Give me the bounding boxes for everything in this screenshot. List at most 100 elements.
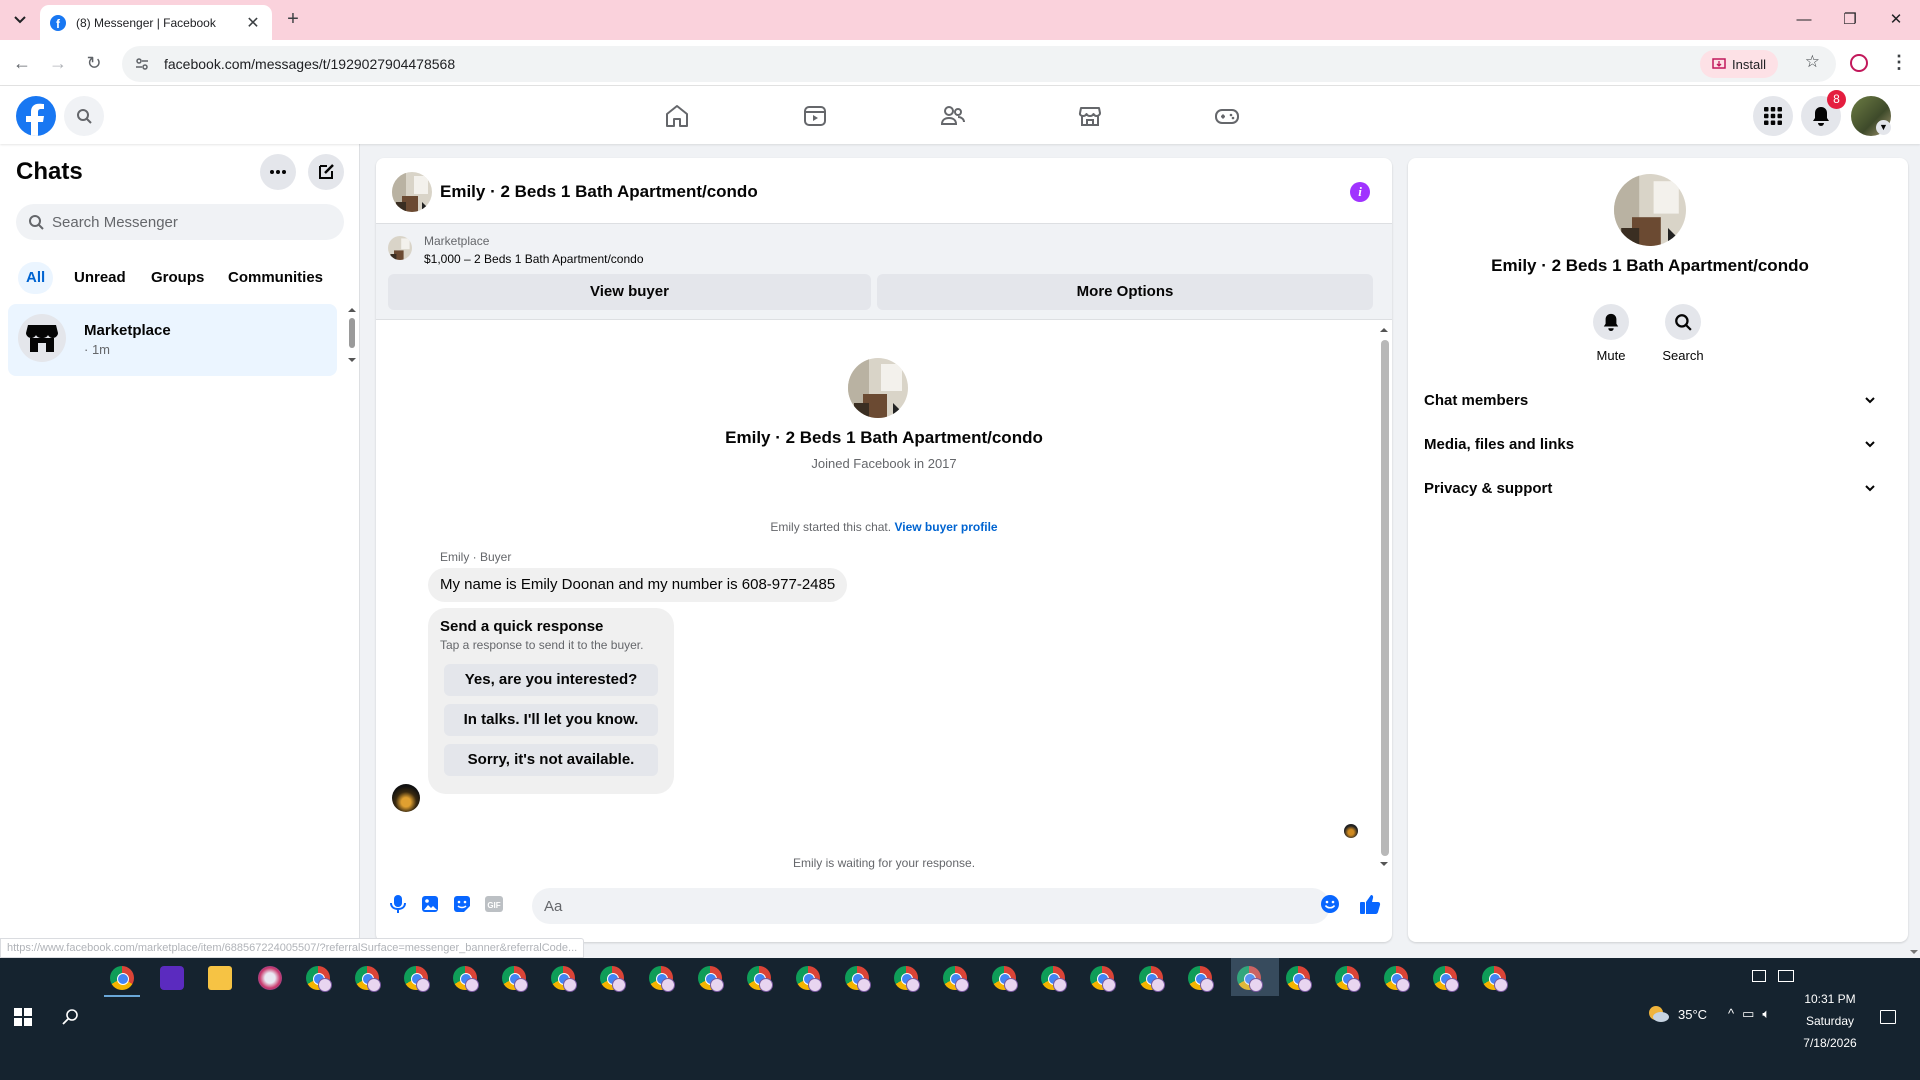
chrome-profile-app-icon[interactable] (943, 966, 969, 992)
forward-button[interactable]: → (46, 51, 70, 75)
listing-thumbnail[interactable] (388, 236, 412, 260)
app-icon[interactable] (160, 966, 184, 990)
messenger-search[interactable] (16, 204, 344, 240)
chevron-up-icon[interactable]: ^ (1728, 1006, 1734, 1022)
more-options-button[interactable]: More Options (877, 274, 1373, 310)
message-input-container[interactable] (532, 888, 1330, 924)
network-icon[interactable]: ▭ (1742, 1006, 1754, 1022)
scrollbar-thumb[interactable] (1381, 340, 1389, 856)
chrome-profile-app-icon[interactable] (1384, 966, 1410, 992)
listing-title[interactable]: $1,000 – 2 Beds 1 Bath Apartment/condo (424, 252, 644, 266)
taskbar-clock[interactable]: 10:31 PM Saturday 7/18/2026 (1790, 988, 1870, 1054)
chrome-profile-app-icon[interactable] (1482, 966, 1508, 992)
chrome-profile-app-icon[interactable] (1139, 966, 1165, 992)
info-avatar[interactable] (1614, 174, 1686, 246)
chrome-profile-app-icon[interactable] (649, 966, 675, 992)
conversation-title[interactable]: Emily · 2 Beds 1 Bath Apartment/condo (440, 182, 758, 202)
chrome-profile-app-icon[interactable] (306, 966, 332, 992)
new-tab-button[interactable]: + (282, 8, 304, 30)
browser-menu-icon[interactable]: ⋮ (1890, 52, 1908, 72)
sender-avatar[interactable] (392, 784, 420, 812)
home-nav-button[interactable] (657, 96, 697, 136)
chrome-profile-app-icon[interactable] (355, 966, 381, 992)
buyer-profile-avatar[interactable] (848, 358, 908, 418)
info-icon[interactable]: i (1350, 182, 1370, 202)
search-action[interactable]: Search (1653, 304, 1713, 363)
browser-profile-icon[interactable] (1850, 54, 1868, 72)
quick-response-not-available[interactable]: Sorry, it's not available. (444, 744, 658, 776)
chrome-profile-app-icon[interactable] (796, 966, 822, 992)
notification-center-icon[interactable] (1880, 1010, 1896, 1024)
friends-nav-button[interactable] (933, 96, 973, 136)
view-buyer-button[interactable]: View buyer (388, 274, 871, 310)
install-app-button[interactable]: Install (1700, 50, 1778, 78)
filter-groups[interactable]: Groups (143, 262, 212, 294)
attach-photo-button[interactable] (418, 892, 442, 916)
browser-tab[interactable]: f (8) Messenger | Facebook ✕ (40, 5, 272, 40)
filter-communities[interactable]: Communities (220, 262, 331, 294)
chrome-profile-app-icon[interactable] (453, 966, 479, 992)
messenger-search-input[interactable] (52, 213, 322, 231)
quick-response-yes[interactable]: Yes, are you interested? (444, 664, 658, 696)
send-like-button[interactable] (1358, 892, 1382, 916)
quick-response-in-talks[interactable]: In talks. I'll let you know. (444, 704, 658, 736)
meet-now-icon[interactable] (1752, 970, 1766, 982)
chrome-profile-app-icon[interactable] (404, 966, 430, 992)
mute-action[interactable]: Mute (1581, 304, 1641, 363)
chrome-profile-app-icon[interactable] (1188, 966, 1214, 992)
new-message-button[interactable] (308, 154, 344, 190)
facebook-logo-icon[interactable] (16, 96, 56, 136)
message-scrollbar[interactable] (1379, 326, 1389, 868)
chrome-profile-app-icon[interactable] (698, 966, 724, 992)
filter-all[interactable]: All (18, 262, 54, 294)
volume-icon[interactable]: 🔈︎ (1762, 1006, 1770, 1022)
reload-button[interactable]: ↻ (82, 51, 106, 75)
section-chat-members[interactable]: Chat members (1424, 382, 1876, 418)
chevron-down-icon[interactable]: ▼ (1876, 120, 1891, 135)
chrome-profile-app-icon[interactable] (1335, 966, 1361, 992)
chrome-profile-app-icon[interactable] (502, 966, 528, 992)
section-media-files-links[interactable]: Media, files and links (1424, 426, 1876, 462)
back-button[interactable]: ← (10, 51, 34, 75)
minimize-button[interactable]: — (1781, 8, 1827, 32)
chat-list-scrollbar[interactable] (348, 306, 356, 366)
gaming-nav-button[interactable] (1207, 96, 1247, 136)
message-input[interactable] (544, 897, 1284, 915)
chrome-profile-app-icon[interactable] (747, 966, 773, 992)
chrome-profile-app-icon[interactable] (551, 966, 577, 992)
menu-grid-button[interactable] (1753, 96, 1793, 136)
view-buyer-profile-link[interactable]: View buyer profile (894, 520, 997, 534)
chrome-app-icon[interactable] (110, 966, 134, 990)
bookmark-star-icon[interactable]: ☆ (1805, 52, 1820, 72)
sticker-button[interactable] (450, 892, 474, 916)
marketplace-nav-button[interactable] (1070, 96, 1110, 136)
chrome-profile-app-icon[interactable] (894, 966, 920, 992)
file-explorer-icon[interactable] (208, 966, 232, 990)
chat-item-marketplace[interactable]: Marketplace · 1m (8, 304, 337, 376)
message-bubble[interactable]: My name is Emily Doonan and my number is… (428, 568, 848, 602)
screen-capture-icon[interactable] (1778, 970, 1794, 982)
tab-search-button[interactable] (8, 8, 32, 32)
page-scrollbar[interactable] (1908, 86, 1920, 958)
search-in-chat-button[interactable] (1665, 304, 1701, 340)
facebook-search-button[interactable] (64, 96, 104, 136)
windows-start-button[interactable] (14, 1008, 32, 1026)
chrome-profile-app-icon[interactable] (1433, 966, 1459, 992)
chrome-profile-app-icon[interactable] (1090, 966, 1116, 992)
close-tab-icon[interactable]: ✕ (244, 13, 262, 33)
app-icon[interactable] (258, 966, 282, 990)
chrome-profile-app-icon[interactable] (1286, 966, 1312, 992)
chrome-profile-app-icon[interactable] (1041, 966, 1067, 992)
conversation-avatar[interactable] (392, 172, 432, 212)
voice-clip-button[interactable] (386, 892, 410, 916)
emoji-button[interactable] (1318, 892, 1342, 916)
mute-button[interactable] (1593, 304, 1629, 340)
chat-options-button[interactable] (260, 154, 296, 190)
chrome-profile-app-icon[interactable] (845, 966, 871, 992)
chrome-profile-app-icon[interactable] (992, 966, 1018, 992)
taskbar-search-button[interactable] (62, 1008, 80, 1026)
weather-widget[interactable]: 35°C (1646, 1004, 1707, 1024)
section-privacy-support[interactable]: Privacy & support (1424, 470, 1876, 506)
gif-button[interactable]: GIF (482, 892, 506, 916)
close-window-button[interactable]: ✕ (1873, 8, 1919, 32)
